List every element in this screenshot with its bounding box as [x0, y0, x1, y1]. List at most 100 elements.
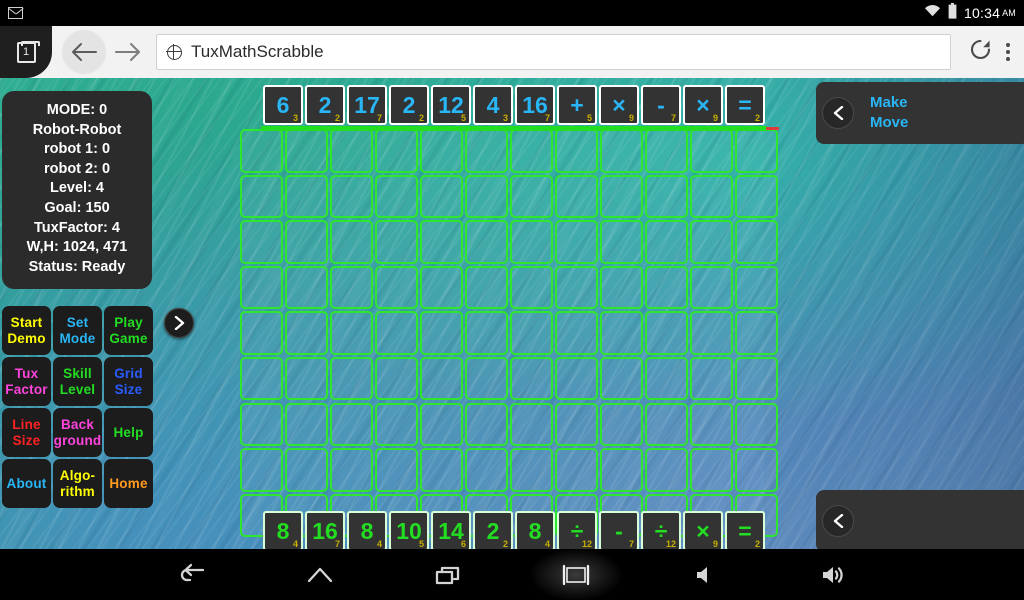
rack-tile[interactable]: ÷12	[641, 511, 681, 549]
secondary-panel[interactable]	[816, 490, 1024, 549]
board-cell[interactable]	[240, 129, 283, 173]
tab-switcher-button[interactable]: 1	[0, 26, 52, 78]
board-cell[interactable]	[330, 266, 373, 310]
board-cell[interactable]	[330, 403, 373, 447]
board-cell[interactable]	[510, 357, 553, 401]
play-game-button[interactable]: PlayGame	[104, 306, 153, 355]
board-cell[interactable]	[690, 266, 733, 310]
board-cell[interactable]	[600, 403, 643, 447]
board-cell[interactable]	[240, 175, 283, 219]
nav-recents[interactable]	[384, 549, 512, 600]
rack-tile[interactable]: 22	[473, 511, 513, 549]
board-cell[interactable]	[240, 357, 283, 401]
algorithm-button[interactable]: Algo-rithm	[53, 459, 102, 508]
board-cell[interactable]	[510, 403, 553, 447]
rack-tile[interactable]: ×9	[683, 85, 723, 125]
rack-tile[interactable]: 146	[431, 511, 471, 549]
board-cell[interactable]	[600, 357, 643, 401]
board-cell[interactable]	[285, 403, 328, 447]
set-mode-button[interactable]: SetMode	[53, 306, 102, 355]
board-cell[interactable]	[735, 311, 778, 355]
rack-tile[interactable]: -7	[599, 511, 639, 549]
board-cell[interactable]	[420, 311, 463, 355]
rack-tile[interactable]: -7	[641, 85, 681, 125]
nav-fullscreen[interactable]	[512, 549, 640, 600]
board-cell[interactable]	[645, 311, 688, 355]
grid-size-button[interactable]: GridSize	[104, 357, 153, 406]
board-cell[interactable]	[375, 403, 418, 447]
background-button[interactable]: Background	[53, 408, 102, 457]
board-cell[interactable]	[690, 403, 733, 447]
board-cell[interactable]	[285, 311, 328, 355]
rack-tile[interactable]: 167	[515, 85, 555, 125]
rack-tile[interactable]: +5	[557, 85, 597, 125]
board-cell[interactable]	[555, 220, 598, 264]
board-cell[interactable]	[330, 129, 373, 173]
board-cell[interactable]	[735, 266, 778, 310]
board-cell[interactable]	[735, 220, 778, 264]
rack-tile[interactable]: =2	[725, 85, 765, 125]
nav-back[interactable]	[128, 549, 256, 600]
board-cell[interactable]	[420, 448, 463, 492]
board-cell[interactable]	[285, 448, 328, 492]
board-cell[interactable]	[465, 448, 508, 492]
rack-tile[interactable]: ×9	[599, 85, 639, 125]
control-button-panel[interactable]: StartDemoSetModePlayGameTuxFactorSkillLe…	[2, 306, 154, 510]
board-cell[interactable]	[465, 175, 508, 219]
board-cell[interactable]	[420, 129, 463, 173]
board-cell[interactable]	[690, 357, 733, 401]
board-cell[interactable]	[555, 357, 598, 401]
board-cell[interactable]	[690, 220, 733, 264]
browser-back-button[interactable]	[62, 30, 106, 74]
rack-tile[interactable]: =2	[725, 511, 765, 549]
make-move-panel[interactable]: Make Move	[816, 82, 1024, 144]
help-button[interactable]: Help	[104, 408, 153, 457]
board-cell[interactable]	[375, 220, 418, 264]
board-cell[interactable]	[645, 266, 688, 310]
board-cell[interactable]	[240, 311, 283, 355]
make-move-collapse-button[interactable]	[822, 97, 854, 129]
board-cell[interactable]	[285, 357, 328, 401]
rack-tile[interactable]: 84	[347, 511, 387, 549]
rack-tile[interactable]: ÷12	[557, 511, 597, 549]
board-cell[interactable]	[465, 403, 508, 447]
board-cell[interactable]	[645, 220, 688, 264]
rack-tile[interactable]: 84	[263, 511, 303, 549]
rack-tile[interactable]: 84	[515, 511, 555, 549]
board-cell[interactable]	[375, 311, 418, 355]
board-cell[interactable]	[600, 448, 643, 492]
rack-tile[interactable]: 105	[389, 511, 429, 549]
board-cell[interactable]	[555, 403, 598, 447]
rack-bottom[interactable]: 84167841051462284÷12-7÷12×9=2	[263, 511, 767, 549]
board-cell[interactable]	[285, 175, 328, 219]
rack-tile[interactable]: 167	[305, 511, 345, 549]
board-cell[interactable]	[555, 448, 598, 492]
board-cell[interactable]	[375, 129, 418, 173]
board-cell[interactable]	[420, 220, 463, 264]
board-cell[interactable]	[690, 175, 733, 219]
board-cell[interactable]	[645, 357, 688, 401]
nav-volume-up[interactable]	[768, 549, 896, 600]
board-cell[interactable]	[330, 448, 373, 492]
start-demo-button[interactable]: StartDemo	[2, 306, 51, 355]
board-cell[interactable]	[645, 403, 688, 447]
game-viewport[interactable]: 63221772212543167+5×9-7×9=2 841678410514…	[0, 78, 1024, 549]
board-cell[interactable]	[330, 311, 373, 355]
board-cell[interactable]	[555, 129, 598, 173]
board-cell[interactable]	[735, 357, 778, 401]
board-cell[interactable]	[600, 129, 643, 173]
board-cell[interactable]	[420, 357, 463, 401]
board-cell[interactable]	[330, 357, 373, 401]
secondary-panel-collapse-button[interactable]	[822, 505, 854, 537]
board-cell[interactable]	[645, 448, 688, 492]
rack-tile[interactable]: 22	[389, 85, 429, 125]
board-cell[interactable]	[555, 266, 598, 310]
board-cell[interactable]	[690, 311, 733, 355]
board-cell[interactable]	[465, 266, 508, 310]
board-cell[interactable]	[375, 448, 418, 492]
board-cell[interactable]	[420, 266, 463, 310]
board-cell[interactable]	[735, 129, 778, 173]
board-cell[interactable]	[465, 129, 508, 173]
board-cell[interactable]	[285, 266, 328, 310]
game-board[interactable]	[240, 129, 780, 539]
